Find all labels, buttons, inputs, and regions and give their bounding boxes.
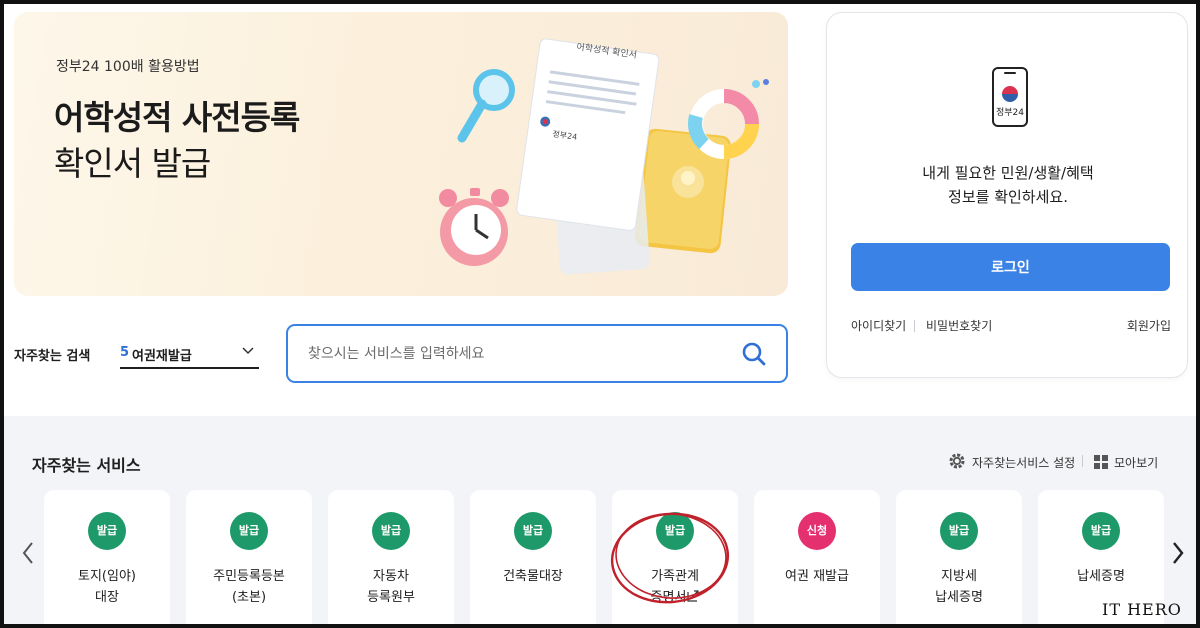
search-box bbox=[286, 324, 788, 383]
login-message-line1: 내게 필요한 민원/생활/혜택 bbox=[922, 164, 1094, 182]
service-name-line2: 증명서 bbox=[650, 590, 687, 605]
service-name-line1: 주민등록등본 bbox=[213, 569, 285, 584]
service-card-local-tax-certificate[interactable]: 발급 지방세 납세증명 bbox=[896, 490, 1022, 628]
frequent-search-label: 자주찾는 검색 bbox=[14, 349, 91, 364]
service-name-line2: 대장 bbox=[95, 590, 119, 605]
login-message: 내게 필요한 민원/생활/혜택 정보를 확인하세요. bbox=[827, 161, 1189, 209]
signup-link[interactable]: 회원가입 bbox=[1127, 317, 1171, 334]
service-badge: 발급 bbox=[656, 512, 694, 550]
banner-title-line2: 확인서 발급 bbox=[54, 144, 211, 183]
service-name: 주민등록등본 (초본) bbox=[186, 566, 312, 608]
service-name-line1: 납세증명 bbox=[1077, 569, 1125, 584]
promo-banner[interactable]: 정부24 100배 활용방법 어학성적 사전등록 확인서 발급 어학성적 확인서… bbox=[14, 12, 788, 296]
carousel-prev-button[interactable] bbox=[20, 540, 36, 566]
service-name-line1: 지방세 bbox=[941, 569, 977, 584]
service-name: 납세증명 bbox=[1038, 566, 1164, 587]
grid-icon bbox=[1094, 455, 1108, 469]
service-card-building-register[interactable]: 발급 건축물대장 bbox=[470, 490, 596, 628]
service-name-line1: 자동차 bbox=[373, 569, 409, 584]
gear-icon bbox=[949, 453, 965, 469]
link-divider bbox=[914, 320, 915, 332]
service-badge: 신청 bbox=[798, 512, 836, 550]
service-name: 자동차 등록원부 bbox=[328, 566, 454, 608]
services-title: 자주찾는 서비스 bbox=[32, 456, 141, 475]
service-badge: 발급 bbox=[230, 512, 268, 550]
service-name-line1: 건축물대장 bbox=[503, 569, 563, 584]
chevron-down-icon[interactable] bbox=[241, 343, 255, 357]
service-name-line2-wrap: 증명서 bbox=[612, 587, 738, 608]
services-settings-label: 자주찾는서비스 설정 bbox=[972, 456, 1076, 470]
service-card-list: 발급 토지(임야) 대장 발급 주민등록등본 (초본) 발급 자동차 등록원부 … bbox=[44, 490, 1164, 628]
frequent-search-rank: 5 bbox=[120, 345, 130, 360]
search-input[interactable] bbox=[308, 342, 718, 366]
service-card-resident-registration[interactable]: 발급 주민등록등본 (초본) bbox=[186, 490, 312, 628]
service-name-line1: 여권 재발급 bbox=[785, 569, 849, 584]
service-name-line1: 가족관계 bbox=[651, 569, 699, 584]
frequent-services-section: 자주찾는 서비스 자주찾는서비스 설정 모아보기 발급 토지(임야) 대장 발급… bbox=[4, 416, 1196, 628]
banner-subtitle: 정부24 100배 활용방법 bbox=[56, 59, 200, 75]
service-name: 건축물대장 bbox=[470, 566, 596, 587]
service-name-line2: 등록원부 bbox=[367, 590, 415, 605]
service-card-family-certificate[interactable]: 발급 가족관계 증명서 bbox=[612, 490, 738, 628]
service-name: 토지(임야) 대장 bbox=[44, 566, 170, 608]
chevron-left-icon bbox=[22, 542, 33, 564]
watermark: IT HERO bbox=[1102, 600, 1182, 619]
service-name: 여권 재발급 bbox=[754, 566, 880, 587]
frequent-search-keyword[interactable]: 여권재발급 bbox=[132, 345, 192, 364]
login-message-line2: 정보를 확인하세요. bbox=[948, 188, 1068, 206]
service-card-land-register[interactable]: 발급 토지(임야) 대장 bbox=[44, 490, 170, 628]
login-links: 아이디찾기 비밀번호찾기 회원가입 bbox=[851, 317, 1171, 337]
service-name-line2: 납세증명 bbox=[935, 590, 983, 605]
app-brand-label: 정부24 bbox=[995, 108, 1024, 118]
banner-illustration: 어학성적 확인서 정부24 bbox=[439, 38, 769, 275]
search-button[interactable] bbox=[740, 340, 768, 368]
header-divider bbox=[1082, 455, 1083, 467]
service-card-passport-reissue[interactable]: 신청 여권 재발급 bbox=[754, 490, 880, 628]
carousel-next-button[interactable] bbox=[1170, 540, 1186, 566]
service-name: 가족관계 증명서 bbox=[612, 566, 738, 608]
search-icon bbox=[742, 342, 766, 366]
login-button[interactable]: 로그인 bbox=[851, 243, 1170, 291]
service-name: 지방세 납세증명 bbox=[896, 566, 1022, 608]
service-name-line2: (초본) bbox=[231, 590, 267, 605]
chevron-right-icon bbox=[1173, 542, 1184, 564]
service-card-vehicle-register[interactable]: 발급 자동차 등록원부 bbox=[328, 490, 454, 628]
service-badge: 발급 bbox=[88, 512, 126, 550]
external-link-icon bbox=[687, 590, 700, 602]
frequent-search-dropdown[interactable]: 5 여권재발급 bbox=[120, 338, 259, 369]
service-badge: 발급 bbox=[1082, 512, 1120, 550]
service-badge: 발급 bbox=[514, 512, 552, 550]
view-all-label: 모아보기 bbox=[1114, 456, 1159, 470]
login-card: 정부24 내게 필요한 민원/생활/혜택 정보를 확인하세요. 로그인 아이디찾… bbox=[826, 12, 1188, 378]
find-id-link[interactable]: 아이디찾기 bbox=[851, 317, 906, 334]
mobile-app-icon: 정부24 bbox=[991, 67, 1029, 127]
service-badge: 발급 bbox=[940, 512, 978, 550]
service-name-line1: 토지(임야) bbox=[78, 569, 136, 584]
banner-title: 어학성적 사전등록 bbox=[54, 98, 300, 137]
find-password-link[interactable]: 비밀번호찾기 bbox=[926, 317, 992, 334]
service-badge: 발급 bbox=[372, 512, 410, 550]
